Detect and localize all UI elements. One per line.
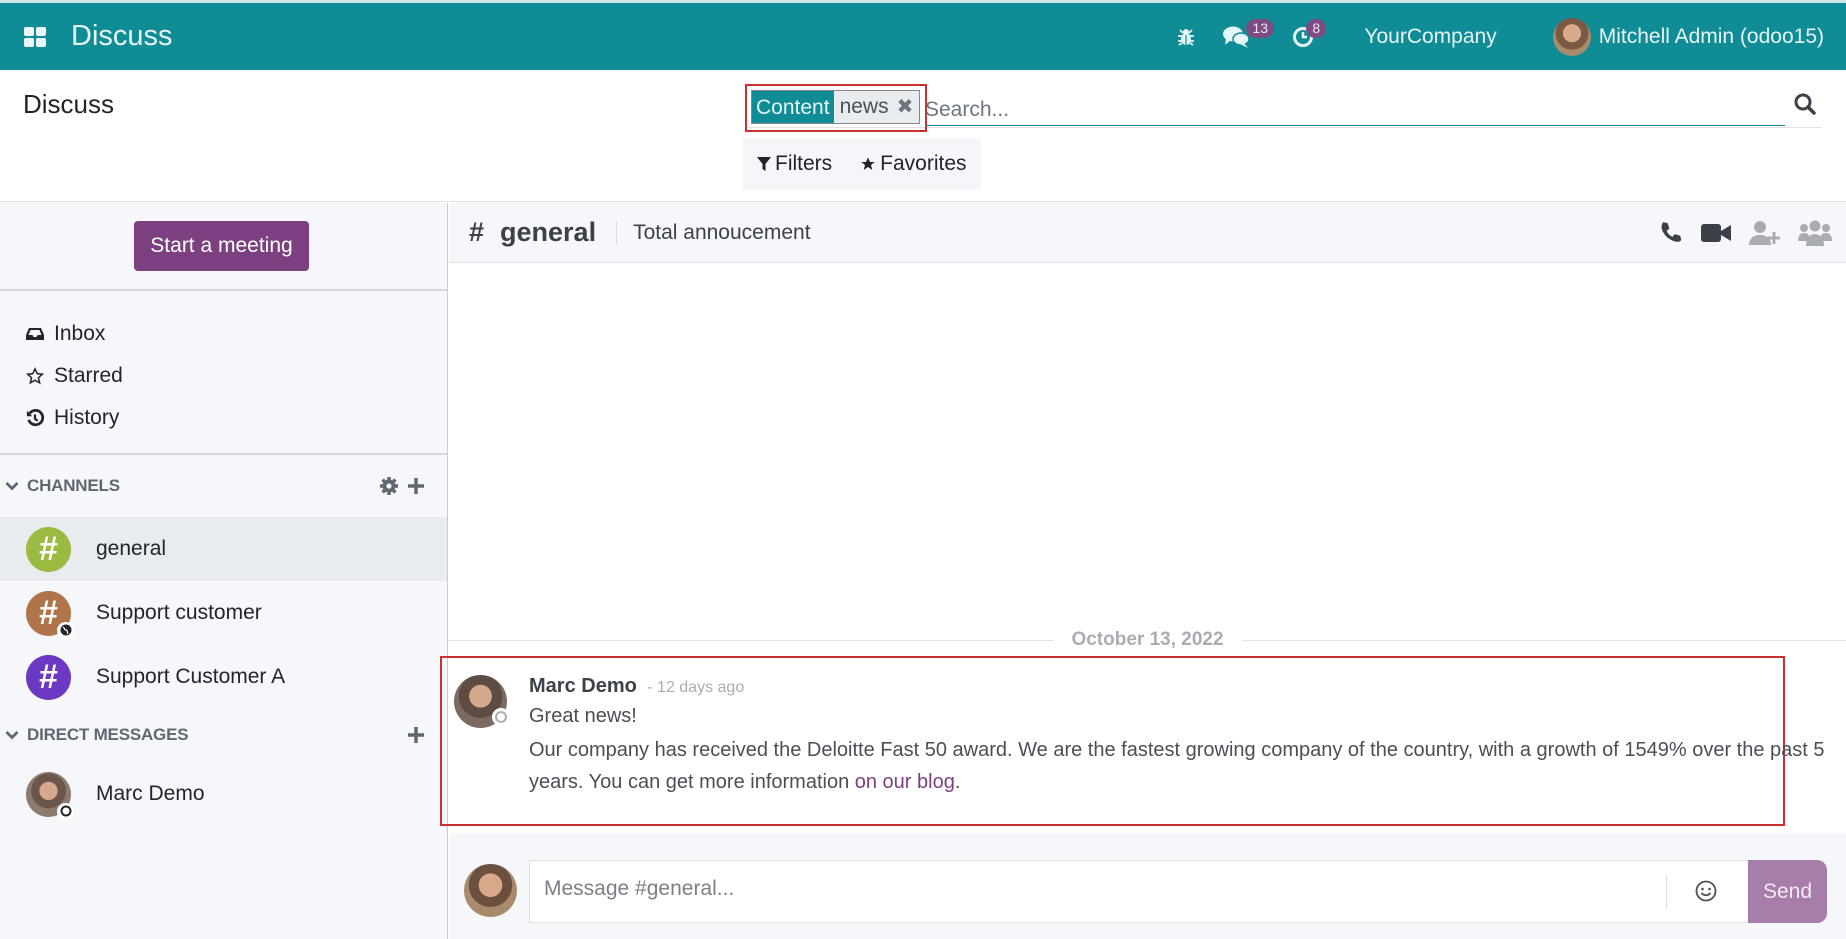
- funnel-icon: [757, 157, 771, 171]
- gear-icon[interactable]: [379, 476, 399, 496]
- add-user-icon[interactable]: [1748, 220, 1782, 246]
- app-title[interactable]: Discuss: [71, 20, 173, 53]
- apps-menu-icon[interactable]: [24, 27, 46, 47]
- thread-name[interactable]: general: [500, 217, 596, 248]
- message-content: Our company has received the Deloitte Fa…: [529, 734, 1839, 798]
- composer-divider: [1666, 875, 1667, 909]
- facet-label: Content: [752, 91, 834, 123]
- discuss-sidebar: Start a meeting Inbox Starred History CH…: [0, 203, 448, 939]
- messages-menu[interactable]: 13: [1220, 3, 1274, 70]
- search-options: Filters Favorites: [743, 138, 981, 190]
- sidebar-item-label: History: [54, 406, 120, 429]
- thread-view: # general Total annoucement October 13, …: [440, 203, 1846, 939]
- user-name: Mitchell Admin (odoo15): [1598, 24, 1824, 48]
- channel-hash-icon: #: [26, 654, 71, 700]
- avatar: [26, 771, 74, 820]
- date-separator: October 13, 2022: [449, 625, 1846, 655]
- dm-item-marc-demo[interactable]: Marc Demo: [0, 761, 447, 827]
- star-outline-icon: [26, 367, 44, 385]
- channel-item-support-customer[interactable]: # Support customer: [0, 581, 447, 645]
- messages-count-badge: 13: [1246, 19, 1274, 38]
- channels-header-label: CHANNELS: [27, 476, 120, 495]
- activities-count-badge: 8: [1306, 19, 1327, 38]
- video-camera-icon[interactable]: [1700, 221, 1732, 245]
- company-switcher[interactable]: YourCompany: [1364, 25, 1496, 49]
- channel-name: Support Customer A: [96, 665, 286, 688]
- send-button[interactable]: Send: [1748, 860, 1827, 923]
- phone-icon[interactable]: [1658, 220, 1684, 246]
- sidebar-item-label: Inbox: [54, 322, 106, 345]
- sidebar-item-inbox[interactable]: Inbox: [0, 313, 447, 355]
- current-user-avatar: [464, 864, 517, 917]
- emoji-icon[interactable]: [1694, 879, 1718, 903]
- user-avatar: [1552, 17, 1591, 56]
- search-bar: Content news ✖: [745, 84, 1821, 132]
- direct-messages-section-header[interactable]: DIRECT MESSAGES: [0, 709, 447, 761]
- message-text-end: .: [954, 771, 961, 793]
- channel-hash-icon: #: [469, 217, 485, 247]
- message-line-1: Great news!: [529, 705, 637, 727]
- facet-value: news: [839, 95, 889, 118]
- message-text: Our company has received the Deloitte Fa…: [529, 739, 1825, 793]
- control-panel: Discuss Content news ✖ Filters Favorites: [0, 70, 1846, 202]
- sidebar-item-label: Starred: [54, 364, 123, 387]
- inbox-icon: [26, 328, 44, 340]
- search-icon[interactable]: [1793, 92, 1819, 118]
- filters-dropdown[interactable]: Filters: [757, 152, 832, 176]
- message-composer: Send: [449, 833, 1846, 939]
- star-icon: [861, 157, 875, 170]
- channel-item-support-customer-a[interactable]: # Support Customer A: [0, 645, 447, 709]
- add-chat-icon[interactable]: [407, 726, 425, 744]
- offline-status-icon: [492, 708, 510, 726]
- channel-hash-icon: #: [26, 590, 74, 639]
- sidebar-item-history[interactable]: History: [0, 397, 447, 439]
- favorites-dropdown[interactable]: Favorites: [860, 152, 967, 176]
- sidebar-item-starred[interactable]: Starred: [0, 355, 447, 397]
- start-meeting-button[interactable]: Start a meeting: [134, 221, 309, 271]
- history-icon: [26, 409, 44, 427]
- channel-hash-icon: #: [26, 526, 71, 572]
- dm-name: Marc Demo: [96, 782, 205, 805]
- facet-remove-icon[interactable]: ✖: [897, 94, 914, 120]
- user-menu[interactable]: Mitchell Admin (odoo15): [1552, 17, 1824, 56]
- message-author[interactable]: Marc Demo: [529, 675, 637, 697]
- mailbox-list: Inbox Starred History: [0, 291, 447, 455]
- channel-item-general[interactable]: # general: [0, 517, 447, 581]
- message-date: - 12 days ago: [647, 679, 745, 696]
- date-separator-label: October 13, 2022: [1071, 629, 1224, 650]
- chevron-down-icon: [5, 731, 19, 740]
- channels-section-header[interactable]: CHANNELS: [0, 455, 447, 517]
- channel-name: general: [96, 537, 167, 560]
- members-icon[interactable]: [1798, 219, 1832, 247]
- favorites-label: Favorites: [880, 152, 967, 175]
- add-channel-icon[interactable]: [407, 477, 425, 495]
- globe-icon: [57, 621, 74, 639]
- channel-name: Support customer: [96, 601, 262, 624]
- page-title: Discuss: [23, 89, 115, 119]
- search-input[interactable]: [925, 94, 1785, 126]
- debug-bug-icon[interactable]: [1166, 3, 1206, 70]
- dm-header-label: DIRECT MESSAGES: [27, 725, 189, 744]
- activities-menu[interactable]: 8: [1290, 3, 1330, 70]
- thread-description[interactable]: Total annoucement: [633, 221, 810, 245]
- blog-link[interactable]: on our blog: [855, 771, 955, 793]
- header-divider: [616, 221, 618, 244]
- message-author-avatar[interactable]: [454, 675, 510, 728]
- thread-header: # general Total annoucement: [449, 203, 1846, 263]
- top-navbar: Discuss 13 8 YourCompany Mitchell Admin …: [0, 0, 1846, 70]
- chevron-down-icon: [5, 482, 19, 491]
- filters-label: Filters: [775, 152, 833, 175]
- search-facet[interactable]: Content news ✖: [751, 90, 921, 124]
- message-input[interactable]: [544, 877, 1594, 901]
- offline-status-icon: [57, 802, 74, 820]
